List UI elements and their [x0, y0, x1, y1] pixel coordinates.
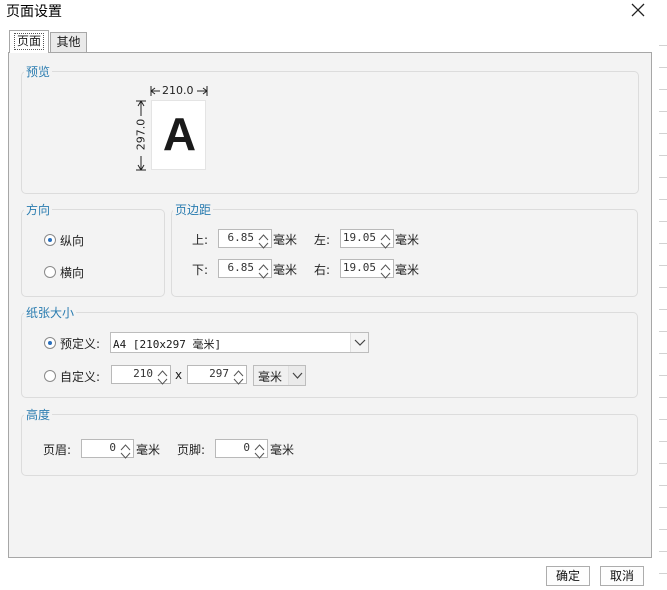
footer-value: 0 [243, 441, 250, 454]
unit-value: 毫米 [258, 370, 283, 384]
margins-group [171, 209, 638, 297]
close-icon[interactable] [626, 0, 648, 22]
margin-bottom-value: 6.85 [227, 261, 255, 274]
margin-left-unit: 毫米 [395, 233, 420, 247]
times-label: x [175, 368, 183, 382]
header-unit: 毫米 [136, 443, 161, 457]
footer-unit: 毫米 [270, 443, 295, 457]
margin-left-value: 19.05 [342, 231, 376, 244]
spin-up-icon[interactable] [157, 366, 168, 377]
margin-right-label: 右: [314, 263, 331, 277]
spin-down-icon[interactable] [157, 375, 168, 385]
preview-group [21, 71, 639, 194]
custom-height-value: 297 [209, 367, 229, 380]
ok-button[interactable]: 确定 [546, 566, 590, 586]
spin-up-icon[interactable] [254, 440, 265, 451]
unit-select[interactable]: 毫米 [253, 365, 306, 386]
predefined-radio[interactable] [44, 337, 56, 349]
margin-bottom-label: 下: [192, 263, 209, 277]
custom-label[interactable]: 自定义: [60, 368, 100, 385]
spin-down-icon[interactable] [233, 375, 244, 385]
paper-size-select[interactable]: A4 [210x297 毫米] [110, 332, 369, 353]
paper-size-value: A4 [210x297 毫米] [113, 338, 222, 351]
header-value: 0 [109, 441, 116, 454]
margin-left-input[interactable]: 19.05 [340, 229, 394, 249]
margin-bottom-input[interactable]: 6.85 [218, 259, 272, 279]
spin-up-icon[interactable] [258, 230, 269, 241]
tab-page[interactable]: 页面 [9, 30, 49, 53]
preview-title: 预览 [24, 63, 53, 80]
spin-up-icon[interactable] [258, 260, 269, 271]
paper-size-group [21, 312, 638, 398]
portrait-label[interactable]: 纵向 [60, 232, 84, 249]
margin-left-label: 左: [314, 233, 331, 247]
predefined-label[interactable]: 预定义: [60, 335, 100, 352]
margin-right-unit: 毫米 [395, 263, 420, 277]
footer-input[interactable]: 0 [215, 439, 268, 459]
header-label: 页眉: [43, 443, 72, 457]
spin-down-icon[interactable] [258, 269, 269, 279]
tab-page-label: 页面 [13, 33, 44, 50]
header-input[interactable]: 0 [81, 439, 134, 459]
spin-down-icon[interactable] [380, 239, 391, 249]
width-dimension: 210.0 [148, 84, 210, 98]
width-label: 210.0 [162, 84, 194, 97]
height-label: 297.0 [134, 118, 148, 151]
spin-down-icon[interactable] [120, 449, 131, 459]
landscape-label[interactable]: 横向 [60, 264, 84, 281]
margin-top-label: 上: [192, 233, 209, 247]
title-bar: 页面设置 [0, 0, 667, 24]
window-title: 页面设置 [6, 4, 62, 20]
landscape-radio[interactable] [44, 266, 56, 278]
tab-other-label: 其他 [56, 35, 81, 49]
margin-right-input[interactable]: 19.05 [340, 259, 394, 279]
margin-top-input[interactable]: 6.85 [218, 229, 272, 249]
spin-down-icon[interactable] [380, 269, 391, 279]
tab-other[interactable]: 其他 [50, 32, 87, 52]
margin-top-value: 6.85 [227, 231, 255, 244]
spin-up-icon[interactable] [380, 260, 391, 271]
spin-up-icon[interactable] [233, 366, 244, 377]
page-preview: A [151, 100, 206, 170]
chevron-down-icon[interactable] [288, 366, 305, 385]
margin-right-value: 19.05 [342, 261, 376, 274]
portrait-radio[interactable] [44, 234, 56, 246]
cancel-button[interactable]: 取消 [600, 566, 644, 586]
chevron-down-icon[interactable] [350, 333, 368, 352]
margin-bottom-unit: 毫米 [273, 263, 298, 277]
custom-radio[interactable] [44, 370, 56, 382]
margins-title: 页边距 [173, 201, 214, 218]
footer-label: 页脚: [177, 443, 206, 457]
custom-width-input[interactable]: 210 [111, 365, 171, 385]
preview-letter: A [162, 108, 197, 160]
margin-top-unit: 毫米 [273, 233, 298, 247]
orientation-group [21, 209, 165, 297]
spin-down-icon[interactable] [258, 239, 269, 249]
spin-up-icon[interactable] [380, 230, 391, 241]
custom-width-value: 210 [133, 367, 153, 380]
background-grid [659, 24, 667, 590]
orientation-title: 方向 [24, 201, 53, 218]
custom-height-input[interactable]: 297 [187, 365, 247, 385]
spin-up-icon[interactable] [120, 440, 131, 451]
paper-size-title: 纸张大小 [24, 304, 77, 321]
spin-down-icon[interactable] [254, 449, 265, 459]
height-dimension: 297.0 [134, 100, 148, 172]
height-title: 高度 [24, 406, 53, 423]
